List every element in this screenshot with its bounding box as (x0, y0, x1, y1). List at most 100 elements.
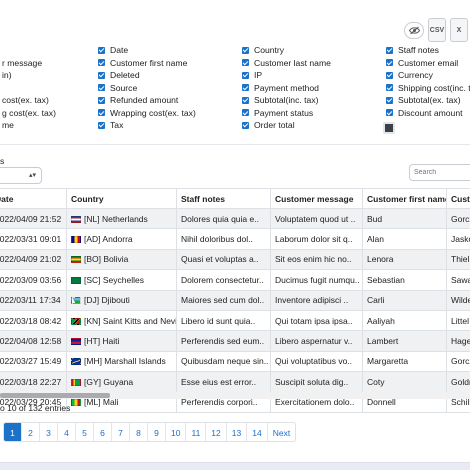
cell-customer-first-name: Carli (362, 289, 447, 311)
column-toggle-checkbox[interactable]: Payment status (242, 107, 313, 119)
page-length-select[interactable]: ▴▾ (0, 167, 42, 184)
column-toggle-checkbox[interactable]: Subtotal(ex. tax) (386, 94, 461, 106)
checkbox-checked-icon[interactable] (386, 96, 393, 104)
cell-country: [AD] Andorra (66, 228, 177, 250)
column-toggle-checkbox[interactable]: cost(ex. tax) (0, 94, 49, 106)
column-toggle-checkbox[interactable]: g cost(ex. tax) (0, 107, 56, 119)
page-link[interactable]: 8 (130, 423, 148, 441)
column-toggle-label: Refunded amount (110, 95, 179, 105)
cell-staff-notes: Maiores sed cum dol.. (176, 289, 271, 311)
checkbox-checked-icon[interactable] (98, 121, 105, 129)
column-toggle-checkbox[interactable]: Staff notes (386, 44, 439, 56)
checkbox-checked-icon[interactable] (98, 46, 105, 54)
page-link[interactable]: 6 (94, 423, 112, 441)
checkbox-checked-icon[interactable] (242, 84, 249, 91)
column-toggle-checkbox[interactable]: me (0, 119, 14, 131)
column-toggle-checkbox[interactable]: Deleted (98, 69, 140, 81)
column-toggle-checkbox[interactable]: Customer first name (98, 57, 187, 69)
cell-staff-notes: Esse eius est error.. (176, 371, 271, 393)
table-row[interactable]: 2022/03/18 08:42 [KN] Saint Kitts and Nev… (0, 309, 470, 332)
checkbox-checked-icon[interactable] (98, 109, 105, 116)
column-toggle-checkbox[interactable]: Tax (98, 119, 123, 131)
table-row[interactable]: 2022/03/11 17:34 [DJ] Djibouti Maiores sed… (0, 289, 470, 311)
column-toggle-checkbox[interactable]: r message (0, 57, 42, 69)
page-link[interactable]: 11 (186, 423, 207, 441)
checkbox-checked-icon[interactable] (242, 121, 249, 129)
checkbox-checked-icon[interactable] (98, 96, 105, 104)
column-toggle-label: Shipping cost(inc. tax) (398, 82, 470, 93)
checkbox-checked-icon[interactable] (386, 109, 393, 116)
column-toggle-checkbox[interactable]: Date (98, 44, 128, 56)
table-row[interactable]: 2022/04/09 21:02 [BO] Bolivia Quasi et vol… (0, 248, 470, 271)
export-csv-button[interactable]: CSV (428, 18, 446, 42)
page-link[interactable]: 14 (247, 423, 268, 441)
page-link[interactable]: 12 (206, 423, 227, 441)
search-input[interactable] (409, 164, 470, 181)
checkbox-checked-icon[interactable] (242, 46, 249, 54)
cell-customer-message: Voluptatem quod ut .. (270, 207, 363, 230)
next-page-button[interactable]: Next (268, 423, 295, 441)
column-toggle-checkbox[interactable]: Payment method (242, 82, 319, 94)
page-link[interactable]: 9 (148, 423, 166, 441)
checkbox-checked-icon[interactable] (242, 96, 249, 104)
column-toggle-checkbox[interactable]: Order total (242, 119, 295, 131)
column-toggle-checkbox[interactable]: Country (242, 44, 284, 56)
scrollbar-thumb[interactable] (0, 393, 110, 398)
column-visibility-button[interactable] (404, 22, 424, 39)
country-label: [KN] Saint Kitts and Nevis (84, 315, 177, 326)
export-excel-button[interactable]: X (450, 18, 468, 42)
column-toggle-checkbox[interactable]: Shipping cost(inc. tax) (386, 82, 470, 94)
checkbox-checked-icon[interactable] (386, 71, 393, 79)
column-toggle-checkbox[interactable]: Wrapping cost(ex. tax) (98, 107, 196, 119)
page-link[interactable]: 5 (76, 423, 94, 441)
checkbox-checked-icon[interactable] (242, 71, 249, 79)
column-header-customer-first-name[interactable]: Customer first name (362, 188, 447, 209)
checkbox-checked-icon[interactable] (98, 59, 105, 66)
column-toggle-checkbox[interactable]: Currency (386, 69, 433, 81)
table-row[interactable]: 2022/04/08 12:58 [HT] Haiti Perferendis se… (0, 330, 470, 352)
column-header-customer-message[interactable]: Customer message (270, 188, 363, 209)
checkbox-checked-icon[interactable] (98, 84, 105, 91)
cell-customer-message: Inventore adipisci .. (270, 289, 363, 311)
country-label: [GY] Guyana (84, 376, 134, 387)
page-link[interactable]: 3 (40, 423, 58, 441)
page-link[interactable]: 7 (112, 423, 130, 441)
cell-customer-last-name: Jasko (446, 228, 470, 250)
column-header-customer-last-name[interactable]: Custo (446, 188, 470, 209)
table-row[interactable]: 2022/03/31 09:01 [AD] Andorra Nihil dolori… (0, 228, 470, 250)
column-toggle-checkbox[interactable]: Source (98, 82, 137, 94)
cell-staff-notes: Quasi et voluptas a.. (176, 248, 271, 271)
checkbox-checked-icon[interactable] (386, 84, 393, 91)
column-toggle-checkbox[interactable]: Discount amount (386, 107, 463, 119)
divider (0, 144, 470, 145)
page-link[interactable]: 2 (22, 423, 40, 441)
column-toggle-checkbox[interactable]: Subtotal(inc. tax) (242, 94, 318, 106)
checkbox-checked-icon[interactable] (242, 109, 249, 116)
country-label: [HT] Haiti (84, 336, 120, 347)
cell-customer-last-name: Littel (446, 309, 470, 332)
column-header-country[interactable]: Country (66, 188, 177, 209)
cell-customer-first-name: Lenora (362, 248, 447, 271)
column-toggle-checkbox[interactable]: IP (242, 69, 262, 81)
column-toggle-checkbox[interactable]: Refunded amount (98, 94, 178, 106)
table-row[interactable]: 2022/03/09 03:56 [SC] Seychelles Dolorem c… (0, 269, 470, 291)
checkbox-checked-icon[interactable] (386, 46, 393, 54)
checkbox-checked-icon[interactable] (98, 71, 105, 79)
column-header-staff-notes[interactable]: Staff notes (176, 188, 271, 209)
pagination: 1 2 3 4 5 6 7 8 9 10 11 12 13 14 Next (3, 422, 297, 442)
page-link[interactable]: 10 (166, 423, 187, 441)
table-row[interactable]: 2022/03/27 15:49 [MH] Marshall Islands Qui… (0, 350, 470, 373)
checkbox-checked-icon[interactable] (386, 59, 393, 66)
checkbox-checked-icon[interactable] (242, 59, 249, 66)
table-row[interactable]: 2022/04/09 21:52 [NL] Netherlands Dolores … (0, 207, 470, 230)
table-row[interactable]: 2022/03/18 22:27 [GY] Guyana Esse eius est… (0, 371, 470, 393)
column-toggle-checkbox[interactable]: Customer email (386, 57, 458, 69)
page-link[interactable]: 1 (4, 423, 22, 441)
column-toggle-checkbox[interactable]: in) (0, 69, 12, 81)
page-link[interactable]: 4 (58, 423, 76, 441)
column-header-date[interactable]: Date (0, 188, 67, 209)
square-toggle-button[interactable] (383, 122, 395, 134)
column-toggle-checkbox[interactable]: Customer last name (242, 57, 331, 69)
column-toggle-label: Source (110, 82, 138, 93)
page-link[interactable]: 13 (227, 423, 248, 441)
